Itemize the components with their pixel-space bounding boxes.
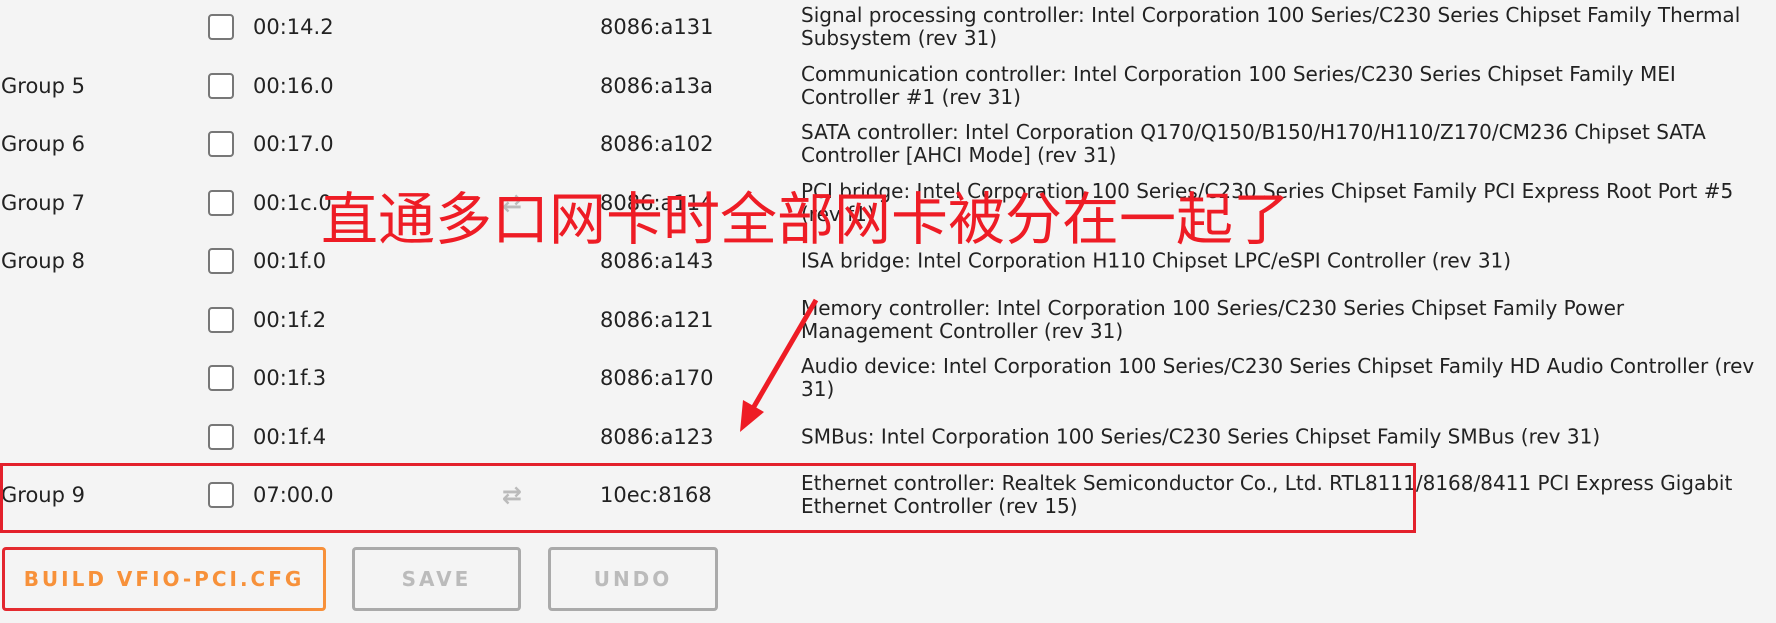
annotation-arrow: [740, 298, 819, 432]
arrow-head: [740, 400, 764, 432]
arrow-shaft: [749, 298, 819, 412]
